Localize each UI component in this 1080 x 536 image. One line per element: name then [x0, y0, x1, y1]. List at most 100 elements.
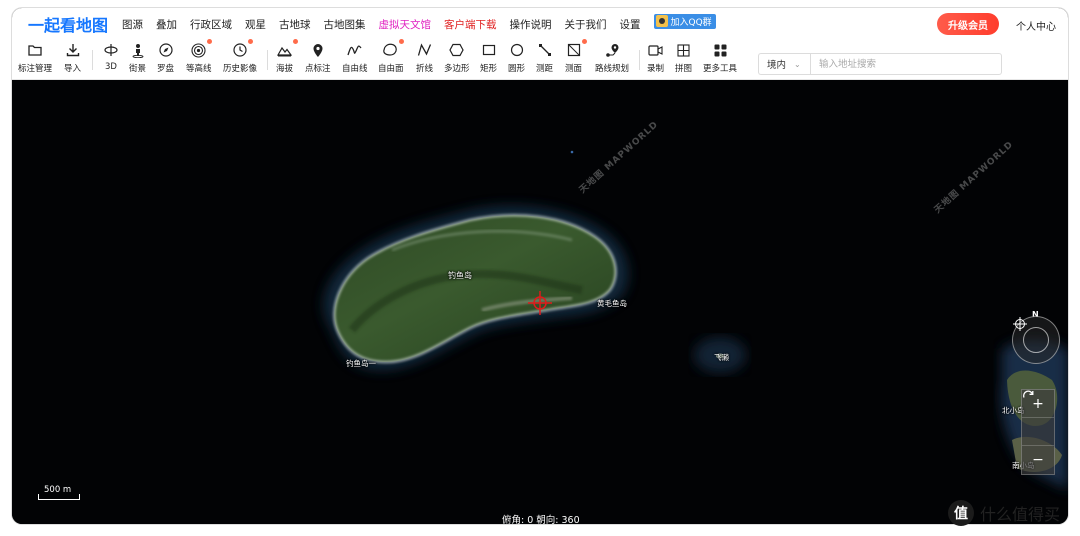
tool-measure-area[interactable]: 测面	[565, 39, 587, 74]
tool-street-view[interactable]: 街景	[129, 42, 146, 74]
scale-bar	[38, 494, 80, 500]
toolbar-divider	[92, 50, 93, 70]
minus-icon: −	[1032, 452, 1044, 468]
nav-overlay[interactable]: 叠加	[156, 17, 177, 32]
tool-more-tools[interactable]: 更多工具	[703, 42, 737, 74]
tool-freehand-line[interactable]: 自由线	[342, 42, 368, 74]
label-islet: 飞濑	[714, 353, 729, 362]
polyline-icon	[417, 42, 433, 58]
region-select[interactable]: 境内 ⌄	[758, 53, 810, 75]
nav-admin-regions[interactable]: 行政区域	[190, 17, 232, 32]
nav-virtual-observatory[interactable]: 虚拟天文馆	[379, 17, 432, 32]
crosshair-icon	[1013, 317, 1027, 331]
nav-about[interactable]: 关于我们	[565, 17, 607, 32]
contour-icon	[191, 39, 212, 58]
brand-logo-icon: 值	[948, 500, 974, 526]
top-nav: 一起看地图 图源 叠加 行政区域 观星 古地球 古地图集 虚拟天文馆 客户端下载…	[12, 8, 1068, 40]
tool-label: 测面	[565, 64, 583, 74]
satellite-map[interactable]: 天地图 MAPWORLD 天地图 MAPWORLD 钓鱼岛 黄毛鱼岛 钓鱼岛一 …	[12, 80, 1068, 524]
tool-label: 拼图	[675, 64, 693, 74]
new-badge-dot	[398, 39, 404, 44]
tool-bar: 标注管理 导入 3D 街景 罗盘 等高线 历史影像 海拔 点标注 自由线 自由面…	[12, 39, 1068, 80]
toolbar-divider	[639, 50, 640, 70]
nav-instructions[interactable]: 操作说明	[510, 17, 552, 32]
tool-label: 多边形	[444, 64, 470, 74]
folder-icon	[27, 42, 43, 58]
tool-compass[interactable]: 罗盘	[157, 42, 174, 74]
tool-label: 自由线	[342, 64, 368, 74]
label-east-tip: 黄毛鱼岛	[597, 299, 627, 308]
freehand-area-icon	[383, 39, 404, 58]
tool-import[interactable]: 导入	[64, 42, 81, 74]
tool-label: 历史影像	[223, 64, 258, 74]
label-southwest-tip: 钓鱼岛一	[346, 359, 376, 368]
sea-speck	[570, 150, 574, 154]
tool-label: 等高线	[186, 64, 212, 74]
compass-icon	[158, 42, 174, 58]
nav-stargazing[interactable]: 观星	[245, 17, 266, 32]
zoom-controls: + −	[1021, 389, 1055, 475]
new-badge-dot	[206, 39, 212, 44]
new-badge-dot	[581, 39, 587, 44]
tool-polygon[interactable]: 多边形	[444, 42, 470, 74]
nav-settings[interactable]: 设置	[620, 17, 641, 32]
tool-point-marker[interactable]: 点标注	[305, 42, 331, 74]
tool-3d[interactable]: 3D	[103, 42, 119, 72]
nav-paleo-earth[interactable]: 古地球	[279, 17, 311, 32]
rotate-3d-icon	[103, 42, 119, 58]
rotate-icon	[1023, 390, 1034, 398]
nav-client-download[interactable]: 客户端下载	[444, 17, 497, 32]
tool-label: 录制	[647, 64, 665, 74]
tool-label: 路线规划	[595, 64, 630, 74]
tool-history-imagery[interactable]: 历史影像	[223, 39, 258, 74]
tool-circle[interactable]: 圆形	[508, 42, 525, 74]
camera-status: 俯角: 0 朝向: 360	[502, 515, 580, 524]
tool-record[interactable]: 录制	[647, 42, 664, 74]
qq-group-label: 加入QQ群	[670, 17, 712, 28]
new-badge-dot	[248, 39, 253, 44]
tool-freehand-area[interactable]: 自由面	[378, 39, 404, 74]
qq-group-button[interactable]: 加入QQ群	[653, 13, 716, 29]
tool-contour[interactable]: 等高线	[186, 39, 212, 74]
pegman-icon	[130, 42, 146, 58]
nav-tile-source[interactable]: 图源	[122, 17, 143, 32]
tool-measure-distance[interactable]: 测距	[536, 42, 553, 74]
tool-label: 导入	[64, 64, 82, 74]
tool-mosaic[interactable]: 拼图	[675, 42, 692, 74]
tool-label: 测距	[536, 64, 554, 74]
apps-icon	[712, 42, 728, 58]
reset-rotation-button[interactable]	[1022, 390, 1054, 446]
tool-label: 点标注	[305, 64, 331, 74]
tool-route-planning[interactable]: 路线规划	[595, 42, 629, 74]
map-compass[interactable]	[1012, 316, 1060, 364]
app-logo[interactable]: 一起看地图	[28, 12, 108, 36]
download-icon	[65, 42, 81, 58]
upgrade-member-button[interactable]: 升级会员	[937, 13, 999, 35]
tool-polyline[interactable]: 折线	[416, 42, 433, 74]
qq-avatar-icon	[655, 15, 668, 27]
zoom-out-button[interactable]: −	[1022, 446, 1054, 474]
user-center-link[interactable]: 个人中心	[1016, 18, 1056, 33]
label-main-island: 钓鱼岛	[448, 271, 472, 280]
brand-watermark: 值 什么值得买	[948, 500, 1060, 526]
tool-label: 标注管理	[18, 64, 53, 74]
tool-label: 3D	[105, 62, 117, 72]
toolbar-divider	[267, 50, 268, 70]
record-icon	[648, 42, 664, 58]
clock-icon	[232, 39, 253, 58]
address-search-input[interactable]	[810, 53, 1002, 75]
brand-text: 什么值得买	[980, 505, 1061, 524]
mountain-icon	[277, 39, 298, 58]
nav-ancient-maps[interactable]: 古地图集	[324, 17, 366, 32]
tool-rectangle[interactable]: 矩形	[480, 42, 497, 74]
tool-label: 折线	[416, 64, 434, 74]
new-badge-dot	[292, 39, 298, 44]
freehand-line-icon	[347, 42, 363, 58]
chevron-down-icon: ⌄	[794, 59, 801, 69]
grid-icon	[676, 42, 692, 58]
pin-icon	[310, 42, 326, 58]
tool-annotation-manager[interactable]: 标注管理	[18, 42, 52, 74]
compass-center[interactable]	[1013, 317, 1049, 353]
app-window: 一起看地图 图源 叠加 行政区域 观星 古地球 古地图集 虚拟天文馆 客户端下载…	[12, 8, 1068, 524]
tool-elevation[interactable]: 海拔	[276, 39, 298, 74]
